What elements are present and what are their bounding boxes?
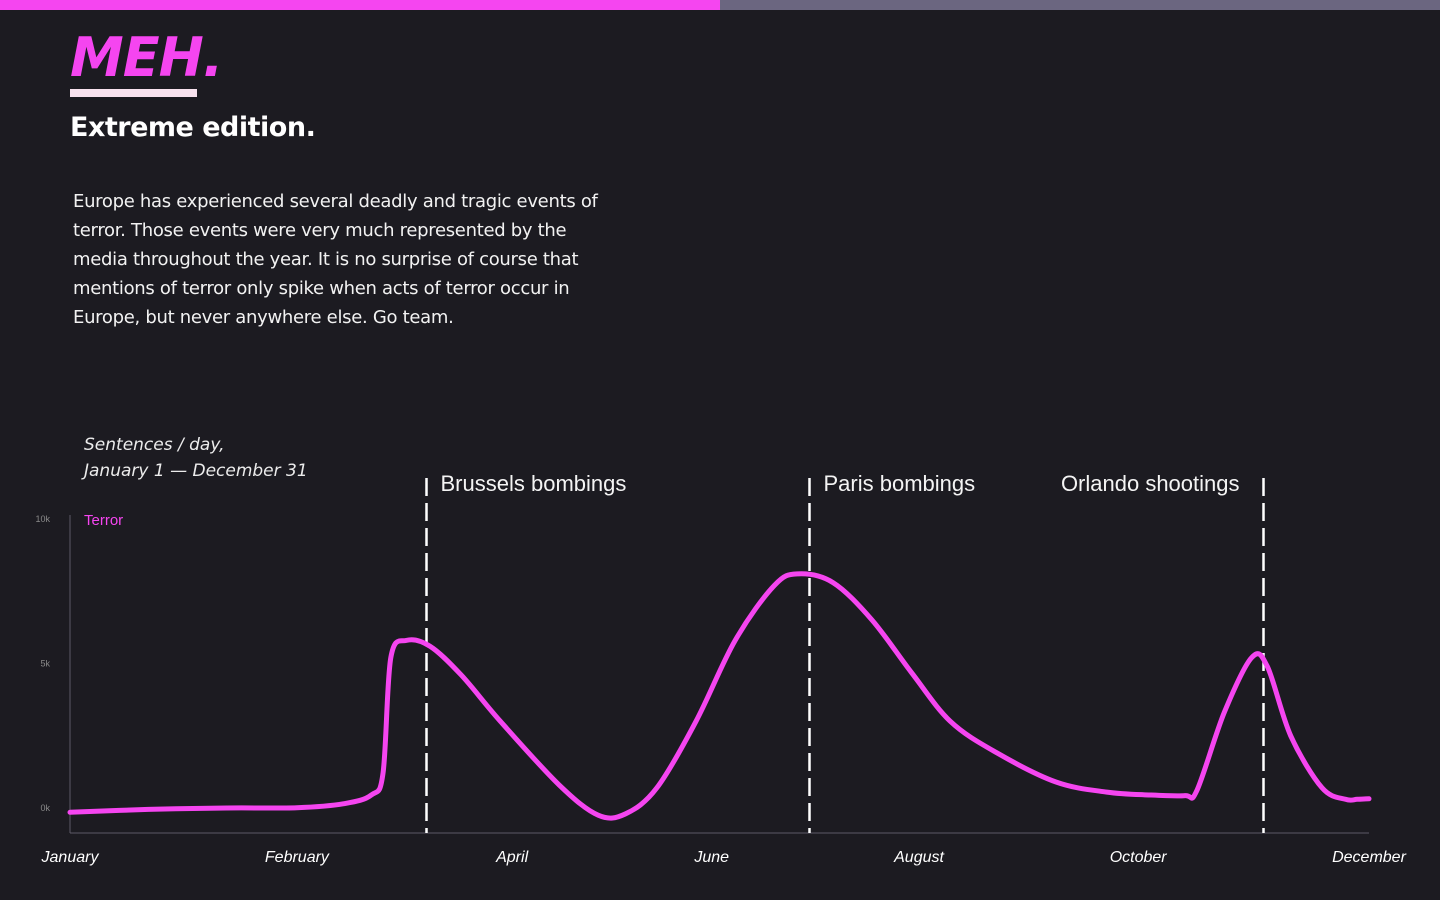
event-label: Brussels bombings (441, 471, 627, 496)
series-label-terror: Terror (84, 512, 123, 529)
event-label: Orlando shootings (1061, 471, 1240, 496)
x-tick-label: June (693, 849, 729, 866)
x-tick-label: February (265, 849, 330, 866)
x-tick-label: April (495, 849, 528, 866)
terror-line-chart: 0k 5k 10k January February April June August Oct… (35, 471, 1406, 866)
event-label: Paris bombings (824, 471, 976, 496)
y-tick-label: 5k (40, 659, 50, 669)
y-tick-label: 10k (35, 514, 50, 524)
series-line-terror (67, 571, 1372, 821)
y-tick-label: 0k (40, 803, 50, 813)
x-tick-label: August (893, 849, 944, 866)
x-tick-label: October (1110, 849, 1168, 866)
x-tick-label: January (41, 849, 100, 866)
x-tick-label: December (1332, 849, 1406, 866)
